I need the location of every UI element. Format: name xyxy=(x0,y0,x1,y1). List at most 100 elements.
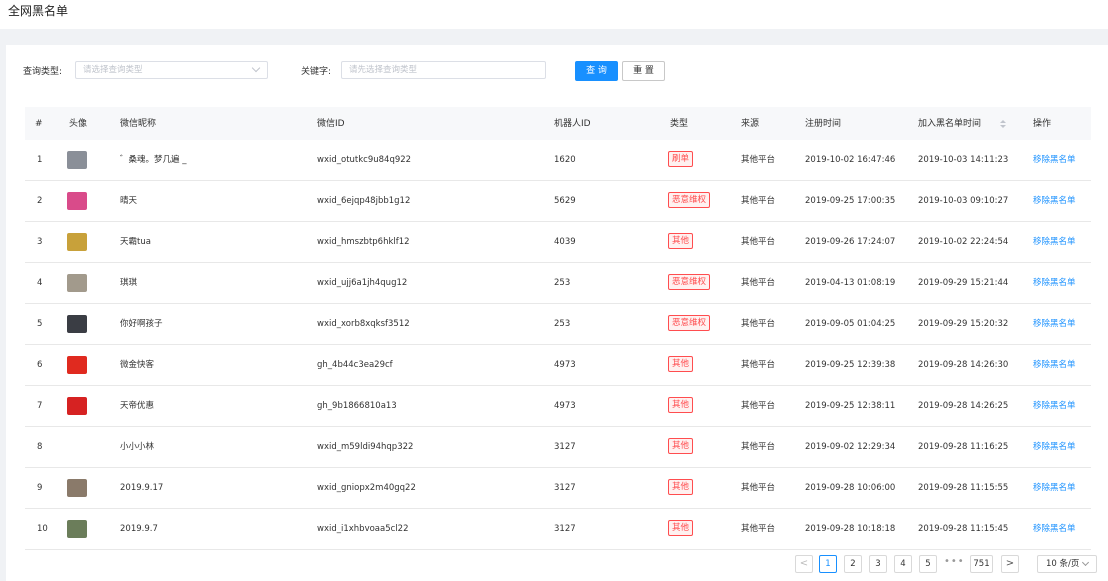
remove-blacklist-link[interactable]: 移除黑名单 xyxy=(1033,195,1076,207)
row-blacklist-time: 2019-10-02 22:24:54 xyxy=(918,237,1009,247)
row-nickname: 微金快客 xyxy=(120,360,155,370)
type-tag: 其他 xyxy=(668,356,694,372)
keyword-placeholder: 请先选择查询类型 xyxy=(349,65,418,75)
page-button[interactable]: 3 xyxy=(869,555,887,573)
row-nickname: 2019.9.7 xyxy=(120,524,158,534)
row-index: 7 xyxy=(37,401,43,411)
type-tag: 恶意维权 xyxy=(668,274,711,290)
row-nickname: 晴天 xyxy=(120,196,138,206)
row-register-time: 2019-09-25 17:00:35 xyxy=(805,196,896,206)
keyword-label: 关键字: xyxy=(301,67,332,77)
row-blacklist-time: 2019-09-28 14:26:25 xyxy=(918,401,1009,411)
row-blacklist-time: 2019-10-03 09:10:27 xyxy=(918,196,1009,206)
next-page-button[interactable]: > xyxy=(1001,555,1019,573)
table-row: 10 2019.9.7 wxid_i1xhbvoaa5cl22 3127 其他 其他平台 2… xyxy=(25,509,1091,550)
last-page-button[interactable]: 751 xyxy=(970,555,993,573)
row-source: 其他平台 xyxy=(741,196,776,206)
type-tag: 恶意维权 xyxy=(668,315,711,331)
row-index: 1 xyxy=(37,155,43,165)
type-tag: 刷单 xyxy=(668,151,694,167)
row-register-time: 2019-09-25 12:39:38 xyxy=(805,360,896,370)
header-index: # xyxy=(35,119,43,129)
pagination-ellipsis[interactable]: ••• xyxy=(944,556,965,567)
remove-blacklist-link[interactable]: 移除黑名单 xyxy=(1033,400,1076,412)
row-source: 其他平台 xyxy=(741,360,776,370)
header-wxid: 微信ID xyxy=(317,119,345,129)
page-size-select[interactable]: 10 条/页 xyxy=(1037,555,1097,573)
row-source: 其他平台 xyxy=(741,524,776,534)
table-row: 5 你好啊孩子 wxid_xorb8xqksf3512 253 恶意维权 其他平台 2019… xyxy=(25,304,1091,345)
page-button[interactable]: 1 xyxy=(819,555,837,573)
row-blacklist-time: 2019-09-29 15:20:32 xyxy=(918,319,1009,329)
remove-blacklist-link[interactable]: 移除黑名单 xyxy=(1033,154,1076,166)
row-index: 9 xyxy=(37,483,43,493)
page-button[interactable]: 2 xyxy=(844,555,862,573)
avatar xyxy=(67,315,87,333)
header-register-time: 注册时间 xyxy=(805,119,842,129)
table-row: 7 天帝优惠 gh_9b1866810a13 4973 其他 其他平台 2019-09-25… xyxy=(25,386,1091,427)
row-register-time: 2019-09-02 12:29:34 xyxy=(805,442,896,452)
table-row: 1 ゛桑魂。梦几遍 _ wxid_otutkc9u84q922 1620 刷单 其他平台 2… xyxy=(25,140,1091,181)
row-wxid: wxid_gniopx2m40gq22 xyxy=(317,483,416,493)
row-wxid: gh_4b44c3ea29cf xyxy=(317,360,393,370)
header-blacklist-time[interactable]: 加入黑名单时间 xyxy=(918,118,981,130)
page-title: 全网黑名单 xyxy=(8,4,69,18)
row-wxid: wxid_xorb8xqksf3512 xyxy=(317,319,410,329)
row-robot-id: 3127 xyxy=(554,483,576,493)
sort-icon[interactable] xyxy=(1000,118,1006,130)
remove-blacklist-link[interactable]: 移除黑名单 xyxy=(1033,277,1076,289)
row-wxid: wxid_ujj6a1jh4qug12 xyxy=(317,278,408,288)
row-robot-id: 1620 xyxy=(554,155,576,165)
reset-button[interactable]: 重 置 xyxy=(622,61,665,81)
avatar xyxy=(67,151,87,169)
remove-blacklist-link[interactable]: 移除黑名单 xyxy=(1033,482,1076,494)
row-wxid: wxid_hmszbtp6hklf12 xyxy=(317,237,410,247)
type-tag: 其他 xyxy=(668,233,694,249)
avatar xyxy=(67,520,87,538)
row-nickname: 小小小林 xyxy=(120,442,155,452)
remove-blacklist-link[interactable]: 移除黑名单 xyxy=(1033,236,1076,248)
header-action: 操作 xyxy=(1033,119,1052,129)
remove-blacklist-link[interactable]: 移除黑名单 xyxy=(1033,441,1076,453)
remove-blacklist-link[interactable]: 移除黑名单 xyxy=(1033,523,1076,535)
query-type-select[interactable]: 请选择查询类型 xyxy=(75,61,268,79)
type-tag: 其他 xyxy=(668,397,694,413)
row-wxid: wxid_otutkc9u84q922 xyxy=(317,155,412,165)
row-register-time: 2019-09-25 12:38:11 xyxy=(805,401,896,411)
avatar xyxy=(67,274,87,292)
row-index: 4 xyxy=(37,278,43,288)
row-robot-id: 4973 xyxy=(554,401,576,411)
type-tag: 其他 xyxy=(668,438,694,454)
row-source: 其他平台 xyxy=(741,483,776,493)
row-nickname: 琪琪 xyxy=(120,278,138,288)
row-blacklist-time: 2019-09-28 11:15:45 xyxy=(918,524,1009,534)
row-register-time: 2019-09-28 10:06:00 xyxy=(805,483,896,493)
header-source: 来源 xyxy=(741,119,760,129)
filter-bar: 查询类型: 请选择查询类型 关键字: 请先选择查询类型 查 询 重 置 xyxy=(6,61,1108,83)
row-robot-id: 3127 xyxy=(554,524,576,534)
row-index: 3 xyxy=(37,237,43,247)
row-blacklist-time: 2019-09-29 15:21:44 xyxy=(918,278,1009,288)
page-size-label: 10 条/页 xyxy=(1046,559,1080,569)
row-wxid: wxid_i1xhbvoaa5cl22 xyxy=(317,524,409,534)
remove-blacklist-link[interactable]: 移除黑名单 xyxy=(1033,359,1076,371)
row-robot-id: 5629 xyxy=(554,196,576,206)
row-blacklist-time: 2019-10-03 14:11:23 xyxy=(918,155,1009,165)
prev-page-button[interactable]: < xyxy=(795,555,813,573)
page-button[interactable]: 4 xyxy=(894,555,912,573)
row-nickname: 天帝优惠 xyxy=(120,401,155,411)
avatar xyxy=(67,479,87,497)
page-button[interactable]: 5 xyxy=(919,555,937,573)
row-source: 其他平台 xyxy=(741,442,776,452)
table-row: 6 微金快客 gh_4b44c3ea29cf 4973 其他 其他平台 2019-09-25… xyxy=(25,345,1091,386)
row-register-time: 2019-10-02 16:47:46 xyxy=(805,155,896,165)
remove-blacklist-link[interactable]: 移除黑名单 xyxy=(1033,318,1076,330)
query-button[interactable]: 查 询 xyxy=(575,61,618,81)
query-type-placeholder: 请选择查询类型 xyxy=(83,65,143,75)
row-nickname: ゛桑魂。梦几遍 _ xyxy=(120,155,187,165)
keyword-input[interactable]: 请先选择查询类型 xyxy=(341,61,546,79)
row-robot-id: 4973 xyxy=(554,360,576,370)
row-register-time: 2019-09-05 01:04:25 xyxy=(805,319,896,329)
table-row: 8 小小小林 wxid_m59ldi94hqp322 3127 其他 其他平台 2019-0… xyxy=(25,427,1091,468)
type-tag: 恶意维权 xyxy=(668,192,711,208)
